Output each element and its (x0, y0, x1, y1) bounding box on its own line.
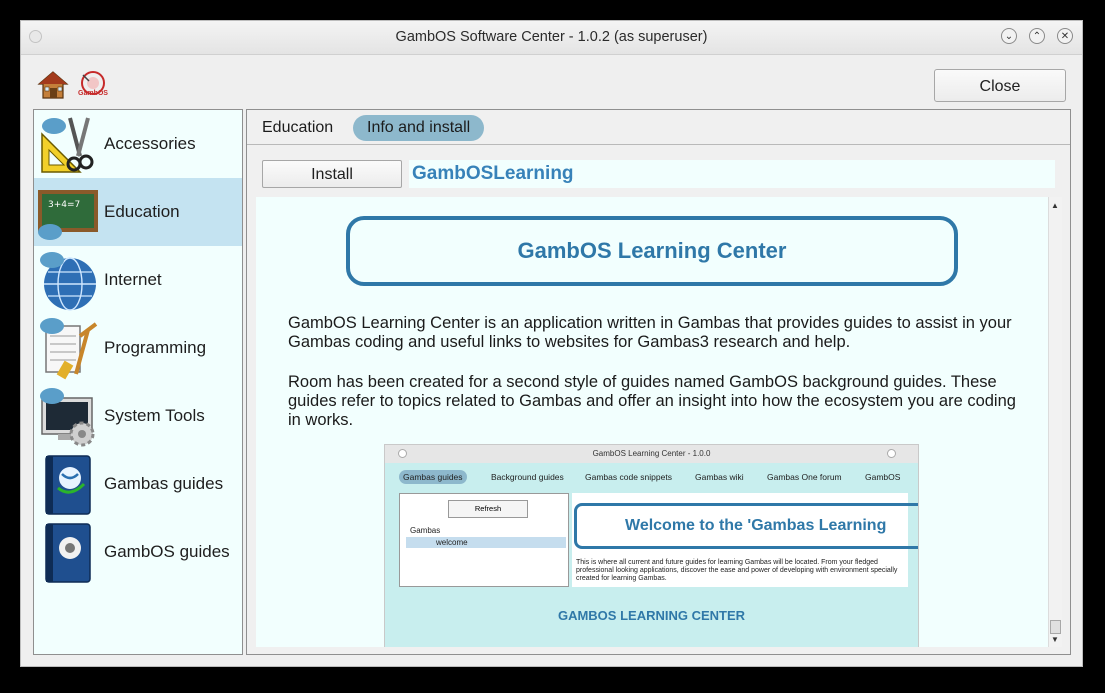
screenshot-caption: GAMBOS LEARNING CENTER (557, 608, 746, 623)
accessories-icon (41, 117, 94, 173)
sidebar-item-education[interactable]: 3+4=7 Education (34, 178, 242, 246)
sidebar-item-label: Gambas guides (104, 474, 224, 493)
package-name: GambOSLearning (409, 160, 1055, 188)
app-window: GambOS Software Center - 1.0.2 (as super… (20, 20, 1083, 667)
description-paragraph: GambOS Learning Center is an application… (288, 314, 1012, 351)
sidebar-item-label: System Tools (104, 406, 205, 425)
screenshot-refresh-button: Refresh (448, 500, 528, 518)
screenshot-tree-root: Gambas (410, 526, 441, 535)
breadcrumb: Education Info and install (247, 110, 1070, 145)
internet-icon (40, 252, 96, 311)
gambas-guides-icon (45, 455, 91, 515)
screenshot-tab: GambOS (865, 472, 901, 482)
package-detail-panel: Education Info and install Install GambO… (246, 109, 1071, 655)
screenshot-welcome-banner: Welcome to the 'Gambas Learning (574, 503, 918, 549)
close-window-button[interactable]: ✕ (1057, 28, 1073, 44)
close-button[interactable]: Close (934, 69, 1066, 102)
sidebar-item-label: GambOS guides (104, 542, 230, 561)
category-sidebar: Accessories 3+4=7 Education Internet Pro… (33, 109, 243, 655)
package-banner-title: GambOS Learning Center (346, 216, 958, 286)
screenshot-guide-tree: Refresh Gambas welcome (399, 493, 569, 587)
title-bar[interactable]: GambOS Software Center - 1.0.2 (as super… (21, 21, 1082, 55)
sidebar-item-gambos-guides[interactable]: GambOS guides (34, 518, 242, 586)
screenshot-tree-child: welcome (406, 537, 566, 548)
scrollbar-thumb[interactable] (1050, 620, 1061, 634)
screenshot-tab: Gambas wiki (695, 472, 744, 482)
sidebar-item-accessories[interactable]: Accessories (34, 110, 242, 178)
screenshot-body-text: This is where all current and future gui… (576, 559, 898, 582)
screenshot-title: GambOS Learning Center - 1.0.0 (592, 449, 711, 458)
gambos-guides-icon (45, 523, 91, 583)
chalkboard-text: 3+4=7 (48, 200, 80, 210)
sidebar-item-system-tools[interactable]: System Tools (34, 382, 242, 450)
screenshot-tabs: Gambas guides Background guides Gambas c… (385, 467, 918, 487)
vertical-scrollbar[interactable]: ▲ ▼ (1048, 197, 1062, 647)
sidebar-item-label: Internet (104, 270, 162, 289)
breadcrumb-info-and-install[interactable]: Info and install (353, 115, 485, 141)
gambos-logo-text: GambOS (78, 90, 108, 97)
sidebar-item-gambas-guides[interactable]: Gambas guides (34, 450, 242, 518)
minimize-button[interactable]: ⌄ (1001, 28, 1017, 44)
breadcrumb-education[interactable]: Education (262, 115, 333, 141)
description-paragraph: Room has been created for a second style… (288, 373, 1016, 429)
sidebar-item-label: Programming (104, 338, 207, 357)
education-icon: 3+4=7 (38, 190, 98, 240)
screenshot-tab: Gambas One forum (767, 472, 842, 482)
window-title: GambOS Software Center - 1.0.2 (as super… (395, 29, 708, 45)
programming-icon (40, 318, 98, 380)
app-screenshot: GambOS Learning Center - 1.0.0 Gambas gu… (384, 444, 919, 647)
install-button[interactable]: Install (262, 160, 402, 188)
maximize-button[interactable]: ⌃ (1029, 28, 1045, 44)
sidebar-item-label: Education (104, 202, 180, 221)
screenshot-tab: Gambas code snippets (585, 472, 672, 482)
screenshot-close-icon (887, 449, 896, 458)
screenshot-tab: Gambas guides (399, 470, 467, 484)
screenshot-welcome-pane: Welcome to the 'Gambas Learning This is … (572, 493, 918, 587)
sidebar-item-internet[interactable]: Internet (34, 246, 242, 314)
gambos-logo-icon[interactable]: GambOS (77, 69, 109, 101)
sidebar-item-label: Accessories (104, 134, 196, 153)
scroll-down-icon[interactable]: ▼ (1051, 635, 1059, 644)
system-tools-icon (40, 388, 95, 447)
home-icon[interactable] (37, 69, 69, 101)
scroll-up-icon[interactable]: ▲ (1051, 201, 1059, 210)
screenshot-tab: Background guides (491, 472, 564, 482)
description-viewer[interactable]: GambOS Learning Center GambOS Learning C… (256, 197, 1048, 647)
screenshot-titlebar: GambOS Learning Center - 1.0.0 (385, 445, 918, 463)
sidebar-item-programming[interactable]: Programming (34, 314, 242, 382)
